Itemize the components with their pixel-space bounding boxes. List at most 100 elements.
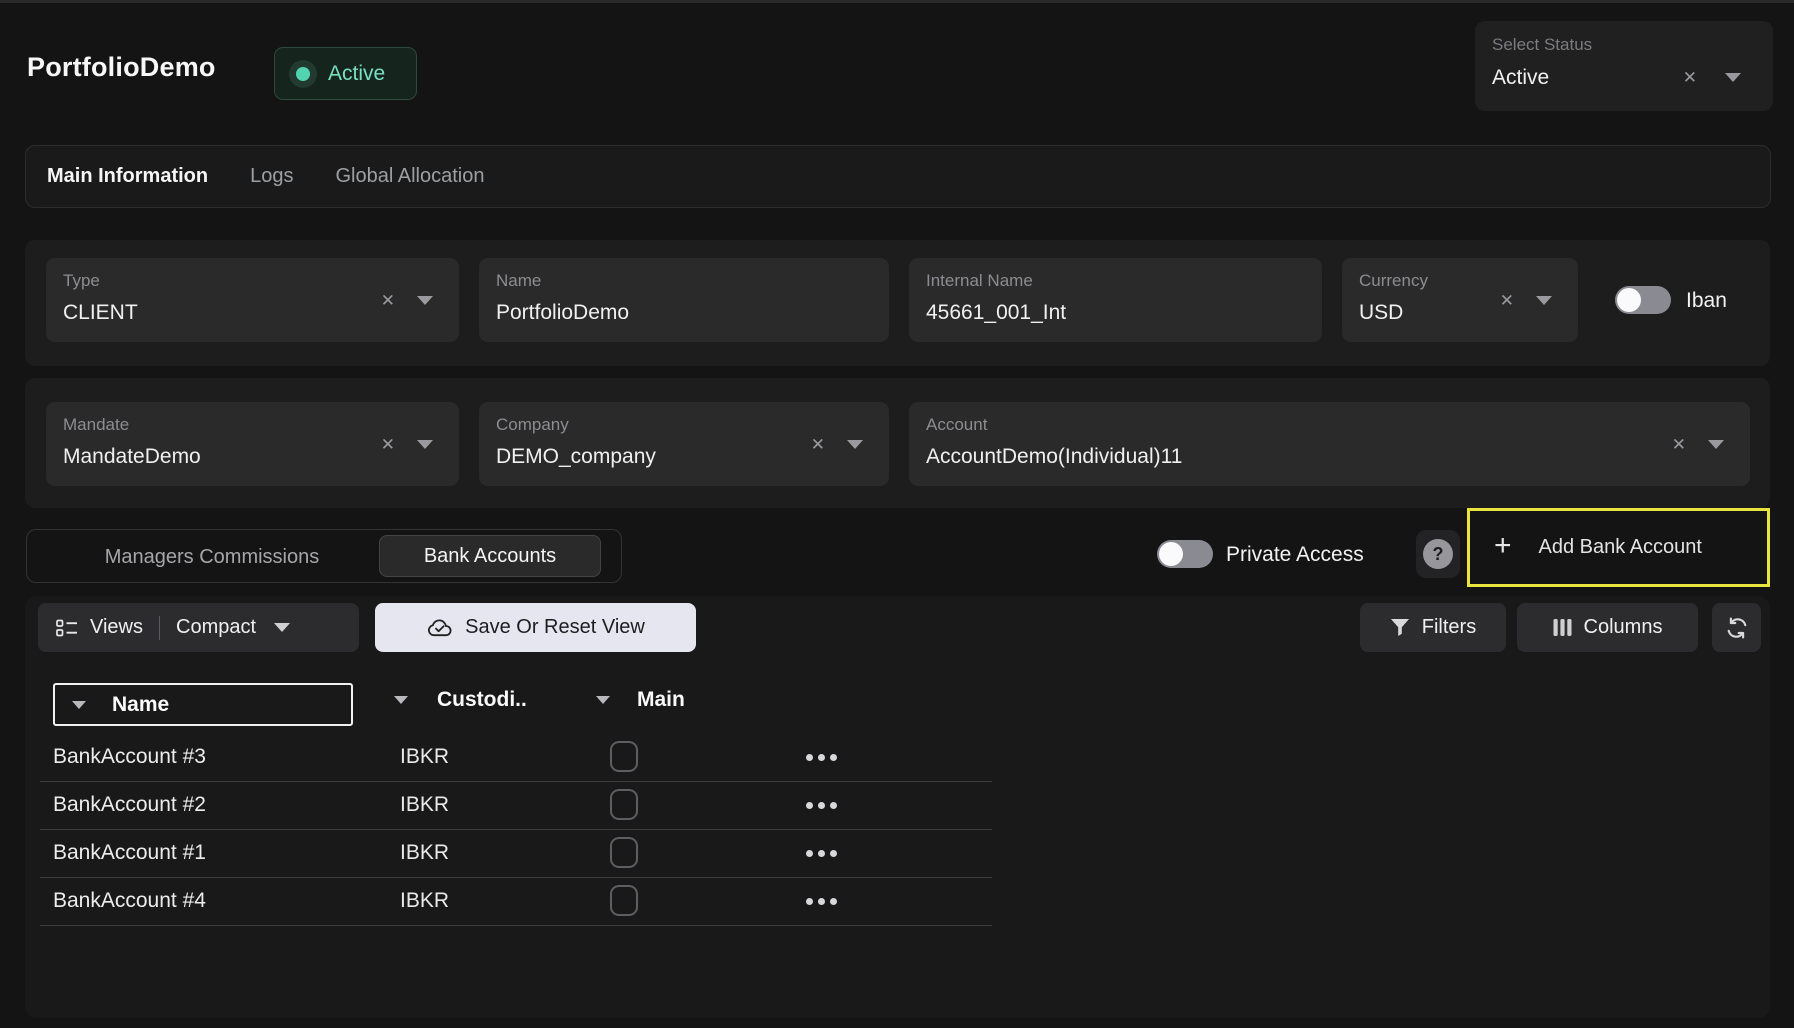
status-badge-label: Active: [328, 62, 385, 86]
columns-label: Columns: [1584, 616, 1663, 639]
tab-logs[interactable]: Logs: [250, 165, 293, 188]
account-label: Account: [926, 415, 987, 435]
name-value: PortfolioDemo: [496, 301, 629, 325]
cell-custodian: IBKR: [400, 829, 449, 877]
clear-icon[interactable]: ✕: [811, 436, 825, 453]
mandate-select[interactable]: Mandate MandateDemo ✕: [46, 402, 459, 486]
private-access-label: Private Access: [1226, 543, 1364, 567]
internal-name-label: Internal Name: [926, 271, 1033, 291]
list-view-icon: [56, 619, 78, 637]
form-panel-1: Type CLIENT ✕ Name PortfolioDemo Interna…: [25, 240, 1770, 366]
iban-toggle[interactable]: [1615, 286, 1671, 314]
row-menu-icon[interactable]: [806, 877, 837, 925]
company-select[interactable]: Company DEMO_company ✕: [479, 402, 889, 486]
cell-custodian: IBKR: [400, 877, 449, 925]
column-header-name[interactable]: Name: [53, 683, 353, 726]
save-or-reset-view-button[interactable]: Save Or Reset View: [375, 603, 696, 652]
column-header-custodian-label: Custodi..: [437, 688, 527, 712]
tab-main-information[interactable]: Main Information: [47, 165, 208, 188]
filter-funnel-icon: [1390, 618, 1410, 637]
currency-value: USD: [1359, 301, 1403, 325]
filters-label: Filters: [1422, 616, 1476, 639]
company-value: DEMO_company: [496, 445, 656, 469]
table-row[interactable]: BankAccount #4 IBKR: [40, 877, 992, 926]
columns-icon: [1553, 618, 1572, 637]
chevron-down-icon[interactable]: [1708, 440, 1724, 449]
columns-button[interactable]: Columns: [1517, 603, 1698, 652]
sort-caret-icon[interactable]: [394, 696, 408, 704]
account-select[interactable]: Account AccountDemo(Individual)11 ✕: [909, 402, 1750, 486]
question-mark-icon: ?: [1423, 539, 1453, 569]
main-tabbar: Main Information Logs Global Allocation: [25, 145, 1771, 208]
cell-name: BankAccount #4: [53, 877, 206, 925]
row-menu-icon[interactable]: [806, 781, 837, 829]
section-tabs: Managers Commissions Bank Accounts: [26, 529, 622, 583]
type-label: Type: [63, 271, 100, 291]
main-checkbox[interactable]: [610, 789, 638, 820]
page-title: PortfolioDemo: [27, 52, 216, 83]
column-header-main[interactable]: Main: [596, 688, 685, 712]
chevron-down-icon[interactable]: [417, 296, 433, 305]
clear-icon[interactable]: ✕: [381, 292, 395, 309]
sync-icon: [1725, 616, 1749, 640]
chevron-down-icon[interactable]: [417, 440, 433, 449]
tab-bank-accounts[interactable]: Bank Accounts: [379, 535, 601, 577]
refresh-button[interactable]: [1712, 603, 1761, 652]
status-select-value: Active: [1492, 66, 1549, 90]
cell-name: BankAccount #1: [53, 829, 206, 877]
chevron-down-icon[interactable]: [847, 440, 863, 449]
chevron-down-icon[interactable]: [1725, 73, 1741, 82]
iban-toggle-label: Iban: [1686, 289, 1727, 313]
mandate-label: Mandate: [63, 415, 129, 435]
portfolio-page: PortfolioDemo Active Select Status Activ…: [0, 0, 1794, 1028]
sort-caret-icon[interactable]: [72, 701, 86, 709]
filters-button[interactable]: Filters: [1360, 603, 1506, 652]
help-button[interactable]: ?: [1416, 530, 1460, 578]
clear-icon[interactable]: ✕: [1672, 436, 1686, 453]
top-divider: [0, 0, 1794, 3]
currency-select[interactable]: Currency USD ✕: [1342, 258, 1578, 342]
type-select[interactable]: Type CLIENT ✕: [46, 258, 459, 342]
views-selected-value: Compact: [176, 616, 256, 639]
cell-name: BankAccount #3: [53, 733, 206, 781]
cell-name: BankAccount #2: [53, 781, 206, 829]
table-row[interactable]: BankAccount #1 IBKR: [40, 829, 992, 878]
internal-name-field[interactable]: Internal Name 45661_001_Int: [909, 258, 1322, 342]
bank-accounts-panel: Views Compact Save Or Reset View Filters: [25, 596, 1770, 1018]
column-header-name-label: Name: [112, 693, 169, 717]
clear-icon[interactable]: ✕: [381, 436, 395, 453]
column-header-custodian[interactable]: Custodi..: [394, 688, 527, 712]
cell-custodian: IBKR: [400, 733, 449, 781]
name-field[interactable]: Name PortfolioDemo: [479, 258, 889, 342]
form-panel-2: Mandate MandateDemo ✕ Company DEMO_compa…: [25, 378, 1770, 508]
row-menu-icon[interactable]: [806, 733, 837, 781]
chevron-down-icon: [274, 623, 290, 632]
mandate-value: MandateDemo: [63, 445, 201, 469]
status-badge: Active: [274, 47, 417, 100]
status-select[interactable]: Select Status Active ✕: [1475, 21, 1773, 111]
currency-label: Currency: [1359, 271, 1428, 291]
company-label: Company: [496, 415, 569, 435]
table-row[interactable]: BankAccount #3 IBKR: [40, 733, 992, 782]
chevron-down-icon[interactable]: [1536, 296, 1552, 305]
sort-caret-icon[interactable]: [596, 696, 610, 704]
plus-icon: +: [1494, 531, 1512, 561]
views-button[interactable]: Views Compact: [38, 603, 359, 652]
status-select-label: Select Status: [1492, 35, 1592, 55]
add-bank-account-label: Add Bank Account: [1539, 536, 1702, 559]
clear-icon[interactable]: ✕: [1500, 292, 1514, 309]
cell-custodian: IBKR: [400, 781, 449, 829]
main-checkbox[interactable]: [610, 837, 638, 868]
clear-icon[interactable]: ✕: [1683, 69, 1697, 86]
account-value: AccountDemo(Individual)11: [926, 445, 1182, 469]
row-menu-icon[interactable]: [806, 829, 837, 877]
tab-managers-commissions[interactable]: Managers Commissions: [47, 530, 377, 584]
main-checkbox[interactable]: [610, 885, 638, 916]
status-dot-icon: [289, 60, 317, 88]
private-access-toggle[interactable]: [1157, 540, 1213, 568]
divider: [159, 616, 160, 640]
add-bank-account-button[interactable]: + Add Bank Account: [1467, 508, 1770, 587]
tab-global-allocation[interactable]: Global Allocation: [335, 165, 484, 188]
main-checkbox[interactable]: [610, 741, 638, 772]
table-row[interactable]: BankAccount #2 IBKR: [40, 781, 992, 830]
